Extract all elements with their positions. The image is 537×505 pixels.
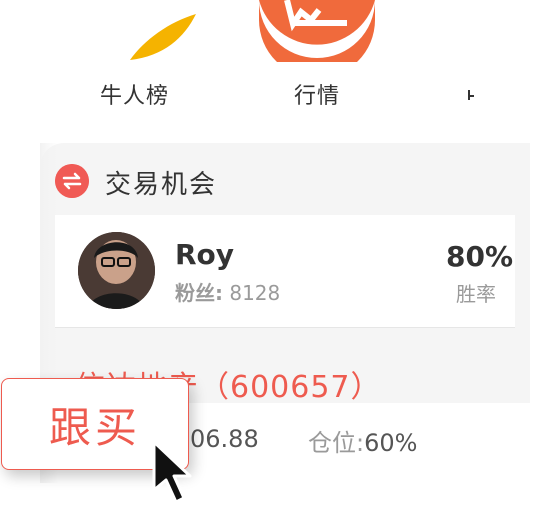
partial-icon: [468, 90, 474, 100]
nav-item-market[interactable]: 行情: [294, 78, 340, 110]
nav-item-bull-ranking[interactable]: 牛人榜: [100, 78, 169, 110]
market-chart-icon[interactable]: [255, 0, 379, 62]
position-value: 60%: [364, 429, 418, 457]
fans-count: 粉丝: 8128: [175, 277, 280, 306]
win-rate-value: 80%: [446, 240, 514, 273]
mouse-cursor-icon: [152, 440, 192, 504]
exchange-arrows-icon: [55, 164, 89, 198]
trader-name[interactable]: Roy: [175, 238, 234, 271]
leaf-icon[interactable]: [124, 10, 204, 66]
avatar[interactable]: [78, 232, 155, 309]
fans-value: 8128: [229, 281, 281, 305]
position-info: 仓位:60%: [308, 423, 417, 458]
win-rate-label: 胜率: [456, 282, 496, 306]
position-label: 仓位:: [308, 429, 365, 457]
section-title: 交易机会: [105, 170, 218, 200]
fans-label: 粉丝:: [175, 281, 223, 305]
stock-price: 06.88: [190, 425, 259, 453]
